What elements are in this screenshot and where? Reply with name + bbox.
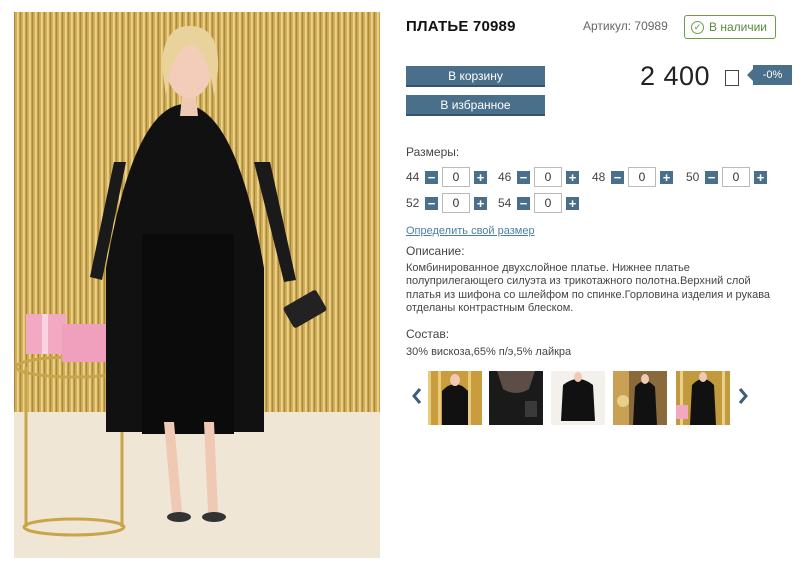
- description-text: Комбинированное двухслойное платье. Нижн…: [406, 262, 771, 315]
- increment-button[interactable]: +: [566, 196, 579, 210]
- quantity-input[interactable]: 0: [442, 167, 470, 187]
- decrement-button[interactable]: −: [425, 196, 438, 210]
- description-label: Описание:: [406, 244, 465, 258]
- increment-button[interactable]: +: [754, 170, 767, 184]
- product-price: 2 400: [640, 61, 711, 91]
- product-title: ПЛАТЬЕ 70989: [406, 18, 516, 35]
- find-size-link[interactable]: Определить свой размер: [406, 225, 535, 237]
- stock-status-label: В наличии: [709, 20, 768, 34]
- product-main-image[interactable]: [14, 12, 380, 558]
- quantity-input[interactable]: 0: [442, 193, 470, 213]
- increment-button[interactable]: +: [660, 170, 673, 184]
- decrement-button[interactable]: −: [611, 170, 624, 184]
- size-label: 50: [686, 170, 700, 184]
- gallery-thumbnail-5[interactable]: [676, 371, 730, 425]
- add-to-cart-button[interactable]: В корзину: [406, 66, 545, 87]
- increment-button[interactable]: +: [474, 170, 487, 184]
- gallery-next-arrow-icon[interactable]: [736, 385, 750, 407]
- gallery-thumbnail-2[interactable]: [489, 371, 543, 425]
- gallery-thumbnail-3[interactable]: [551, 371, 605, 425]
- decrement-button[interactable]: −: [425, 170, 438, 184]
- size-selector-46: 46 − 0 +: [498, 167, 579, 187]
- size-selector-48: 48 − 0 +: [592, 167, 673, 187]
- add-to-favorites-button[interactable]: В избранное: [406, 95, 545, 116]
- size-label: 46: [498, 170, 512, 184]
- size-selector-50: 50 − 0 +: [686, 167, 767, 187]
- quantity-input[interactable]: 0: [628, 167, 656, 187]
- size-selector-54: 54 − 0 +: [498, 193, 579, 213]
- increment-button[interactable]: +: [566, 170, 579, 184]
- composition-text: 30% вискоза,65% п/э,5% лайкра: [406, 346, 572, 358]
- size-label: 44: [406, 170, 420, 184]
- size-selector-52: 52 − 0 +: [406, 193, 487, 213]
- gallery-thumbnail-1[interactable]: [428, 371, 482, 425]
- decrement-button[interactable]: −: [705, 170, 718, 184]
- quantity-input[interactable]: 0: [722, 167, 750, 187]
- sizes-label: Размеры:: [406, 145, 460, 159]
- size-selector-44: 44 − 0 +: [406, 167, 487, 187]
- discount-badge: -0%: [747, 65, 792, 85]
- currency-icon: [725, 70, 739, 86]
- checkmark-icon: ✓: [691, 20, 704, 34]
- composition-label: Состав:: [406, 327, 450, 341]
- size-label: 54: [498, 196, 512, 210]
- quantity-input[interactable]: 0: [534, 167, 562, 187]
- decrement-button[interactable]: −: [517, 170, 530, 184]
- product-sku: Артикул: 70989: [583, 19, 668, 33]
- decrement-button[interactable]: −: [517, 196, 530, 210]
- size-label: 52: [406, 196, 420, 210]
- gallery-thumbnail-4[interactable]: [613, 371, 667, 425]
- stock-status-badge: ✓ В наличии: [684, 15, 777, 39]
- increment-button[interactable]: +: [474, 196, 487, 210]
- quantity-input[interactable]: 0: [534, 193, 562, 213]
- size-label: 48: [592, 170, 606, 184]
- gallery-prev-arrow-icon[interactable]: [410, 385, 424, 407]
